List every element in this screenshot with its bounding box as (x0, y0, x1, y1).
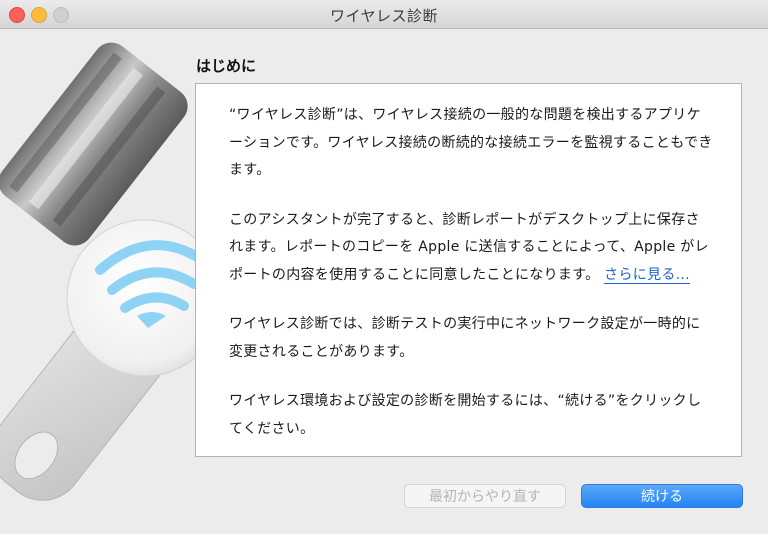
intro-paragraph-3: ワイヤレス診断では、診断テストの実行中にネットワーク設定が一時的に変更されること… (229, 316, 701, 360)
continue-button[interactable]: 続ける (581, 484, 743, 508)
intro-paragraph-4: ワイヤレス環境および設定の診断を開始するには、“続ける”をクリックしてください。 (229, 393, 702, 437)
app-window: ワイヤレス診断 はじめに “ワイヤレス診断”は、ワイヤレス接続の一般的な問題を検… (0, 0, 768, 534)
title-bar[interactable]: ワイヤレス診断 (0, 0, 768, 29)
section-heading: はじめに (196, 57, 257, 75)
intro-paragraph-1: “ワイヤレス診断”は、ワイヤレス接続の一般的な問題を検出するアプリケーションです… (229, 107, 713, 178)
start-over-button: 最初からやり直す (404, 484, 566, 508)
learn-more-link[interactable]: さらに見る... (604, 267, 690, 283)
intro-paragraph-2: このアシスタントが完了すると、診断レポートがデスクトップ上に保存されます。レポー… (229, 207, 713, 290)
window-title: ワイヤレス診断 (329, 7, 439, 25)
intro-text-panel[interactable]: “ワイヤレス診断”は、ワイヤレス接続の一般的な問題を検出するアプリケーションです… (195, 83, 742, 457)
